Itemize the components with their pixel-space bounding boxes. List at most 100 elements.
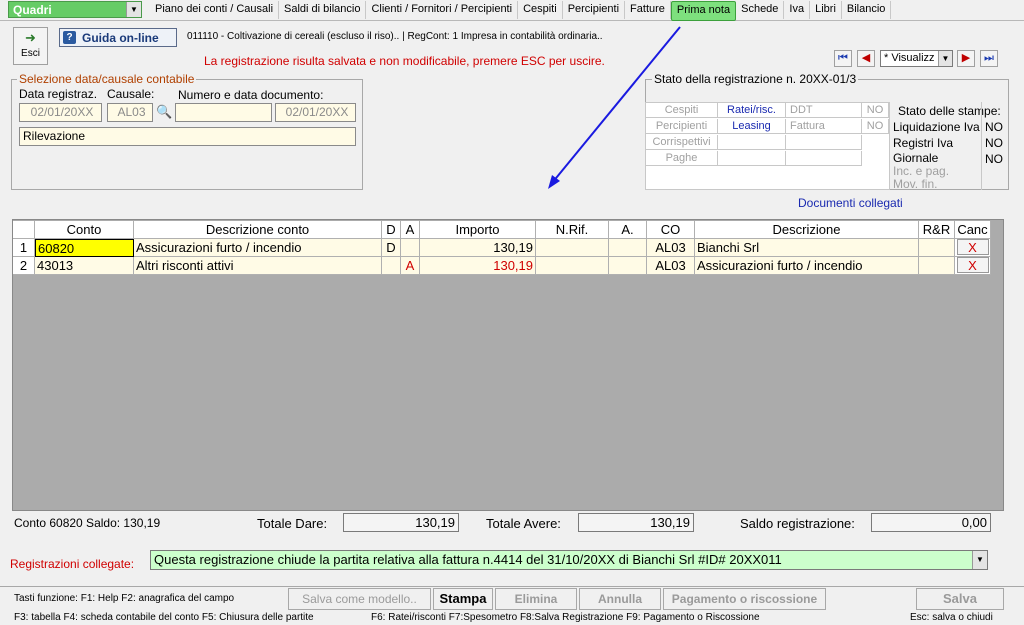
cell-aa[interactable] <box>609 257 647 275</box>
stato-empty-1 <box>718 135 786 150</box>
stato-fattura: Fattura <box>786 119 862 134</box>
guida-label: Guida on-line <box>82 31 159 45</box>
registrazioni-collegate-select[interactable]: Questa registrazione chiude la partita r… <box>150 550 988 570</box>
stampe-divider <box>981 102 982 190</box>
menu-piano-conti[interactable]: Piano dei conti / Causali <box>150 1 280 19</box>
cell-descr-conto[interactable]: Assicurazioni furto / incendio <box>134 239 382 257</box>
first-record-icon[interactable]: ⏮ <box>834 50 852 67</box>
numero-documento-field[interactable] <box>175 103 272 122</box>
stato-fattura-value: NO <box>862 119 889 134</box>
stampe-registri-label: Registri Iva <box>893 136 954 150</box>
menu-bilancio[interactable]: Bilancio <box>842 1 892 19</box>
data-documento-field[interactable]: 02/01/20XX <box>275 103 356 122</box>
registrazioni-collegate-value: Questa registrazione chiude la partita r… <box>154 552 782 567</box>
menu-percipienti[interactable]: Percipienti <box>563 1 626 19</box>
function-keys-line1: Tasti funzione: F1: Help F2: anagrafica … <box>14 593 235 604</box>
cell-nrif[interactable] <box>536 239 609 257</box>
prev-record-icon[interactable]: ◀ <box>857 50 875 67</box>
module-combo-value: Quadri <box>13 3 52 17</box>
row-number: 2 <box>13 257 35 275</box>
menu-schede[interactable]: Schede <box>736 1 785 19</box>
totale-dare-label: Totale Dare: <box>257 516 328 531</box>
totale-avere-value: 130,19 <box>578 513 694 532</box>
cell-a[interactable]: A <box>401 257 420 275</box>
cell-descrizione[interactable]: Bianchi Srl <box>695 239 919 257</box>
cell-aa[interactable] <box>609 239 647 257</box>
data-registrazione-field[interactable]: 02/01/20XX <box>19 103 102 122</box>
menu-clienti-fornitori[interactable]: Clienti / Fornitori / Percipienti <box>366 1 519 19</box>
chevron-down-icon[interactable]: ▼ <box>972 551 987 569</box>
cell-conto[interactable]: 60820 <box>35 239 134 257</box>
table-row[interactable]: 2 43013 Altri risconti attivi A 130,19 A… <box>13 257 991 275</box>
delete-row-button[interactable]: X <box>956 257 989 273</box>
registration-grid: Conto Descrizione conto D A Importo N.Ri… <box>12 219 1004 511</box>
next-record-icon[interactable]: ▶ <box>957 50 975 67</box>
totale-dare-value: 130,19 <box>343 513 459 532</box>
cell-co[interactable]: AL03 <box>647 239 695 257</box>
registrazioni-collegate-label: Registrazioni collegate: <box>10 557 135 571</box>
causale-field[interactable]: AL03 <box>107 103 153 122</box>
menu-saldi-bilancio[interactable]: Saldi di bilancio <box>279 1 367 19</box>
last-record-icon[interactable]: ⏭ <box>980 50 998 67</box>
header-n <box>13 221 35 239</box>
stampe-giornale-value: NO <box>985 152 1003 166</box>
salva-button[interactable]: Salva <box>916 588 1004 610</box>
cell-rr[interactable] <box>919 239 955 257</box>
stampa-button[interactable]: Stampa <box>433 588 493 610</box>
view-mode-select[interactable]: * Visualizz ▼ <box>880 50 953 67</box>
exit-icon: ➜ <box>25 30 36 45</box>
header-descrizione-conto: Descrizione conto <box>134 221 382 239</box>
grid-header: Conto Descrizione conto D A Importo N.Ri… <box>13 221 991 239</box>
causale-label: Causale: <box>107 87 155 101</box>
module-combo[interactable]: Quadri ▼ <box>8 1 142 18</box>
function-keys-line3: F6: Ratei/risconti F7:Spesometro F8:Salv… <box>371 612 760 623</box>
pagamento-riscossione-button[interactable]: Pagamento o riscossione <box>663 588 826 610</box>
function-keys-esc: Esc: salva o chiudi <box>910 612 993 623</box>
stampe-liquidazione-label: Liquidazione Iva <box>893 120 980 134</box>
saldo-conto-text: Conto 60820 Saldo: 130,19 <box>14 516 161 530</box>
search-icon[interactable]: 🔍 <box>156 104 172 120</box>
view-mode-value: * Visualizz <box>884 52 935 64</box>
salva-modello-button[interactable]: Salva come modello.. <box>288 588 431 610</box>
main-menu: Piano dei conti / Causali Saldi di bilan… <box>150 1 892 21</box>
cell-co[interactable]: AL03 <box>647 257 695 275</box>
descrizione-field[interactable]: Rilevazione <box>19 127 356 146</box>
cell-a[interactable] <box>401 239 420 257</box>
annotation-arrow <box>548 26 681 189</box>
selezione-legend: Selezione data/causale contabile <box>17 72 197 86</box>
stato-ratei[interactable]: Ratei/risc. <box>718 103 786 118</box>
menu-prima-nota[interactable]: Prima nota <box>670 1 737 21</box>
numero-label: Numero e data documento: <box>178 88 324 102</box>
menu-fatture[interactable]: Fatture <box>625 1 671 19</box>
cell-d[interactable]: D <box>382 239 401 257</box>
table-row[interactable]: 1 60820 Assicurazioni furto / incendio D… <box>13 239 991 257</box>
header-rr: R&R <box>919 221 955 239</box>
elimina-button[interactable]: Elimina <box>495 588 577 610</box>
documenti-collegati-link[interactable]: Documenti collegati <box>798 196 903 210</box>
delete-row-button[interactable]: X <box>956 239 989 255</box>
guida-online-button[interactable]: ? Guida on-line <box>59 28 177 47</box>
menu-cespiti[interactable]: Cespiti <box>518 1 563 19</box>
cell-rr[interactable] <box>919 257 955 275</box>
cell-conto[interactable]: 43013 <box>35 257 134 275</box>
cell-nrif[interactable] <box>536 257 609 275</box>
totale-avere-label: Totale Avere: <box>486 516 561 531</box>
menu-iva[interactable]: Iva <box>784 1 811 19</box>
menu-libri[interactable]: Libri <box>810 1 842 19</box>
function-keys-line2: F3: tabella F4: scheda contabile del con… <box>14 612 314 623</box>
cell-d[interactable] <box>382 257 401 275</box>
stato-empty-3 <box>718 151 786 166</box>
cell-importo[interactable]: 130,19 <box>420 257 536 275</box>
header-aa: A. <box>609 221 647 239</box>
esci-button[interactable]: ➜ Esci <box>13 27 48 65</box>
cell-importo[interactable]: 130,19 <box>420 239 536 257</box>
cell-descrizione[interactable]: Assicurazioni furto / incendio <box>695 257 919 275</box>
header-conto: Conto <box>35 221 134 239</box>
annulla-button[interactable]: Annulla <box>579 588 661 610</box>
stato-ddt-value: NO <box>862 103 889 118</box>
saldo-registrazione-label: Saldo registrazione: <box>740 516 855 531</box>
cell-descr-conto[interactable]: Altri risconti attivi <box>134 257 382 275</box>
stato-leasing[interactable]: Leasing <box>718 119 786 134</box>
chevron-down-icon[interactable]: ▼ <box>938 51 952 66</box>
chevron-down-icon[interactable]: ▼ <box>126 2 141 17</box>
